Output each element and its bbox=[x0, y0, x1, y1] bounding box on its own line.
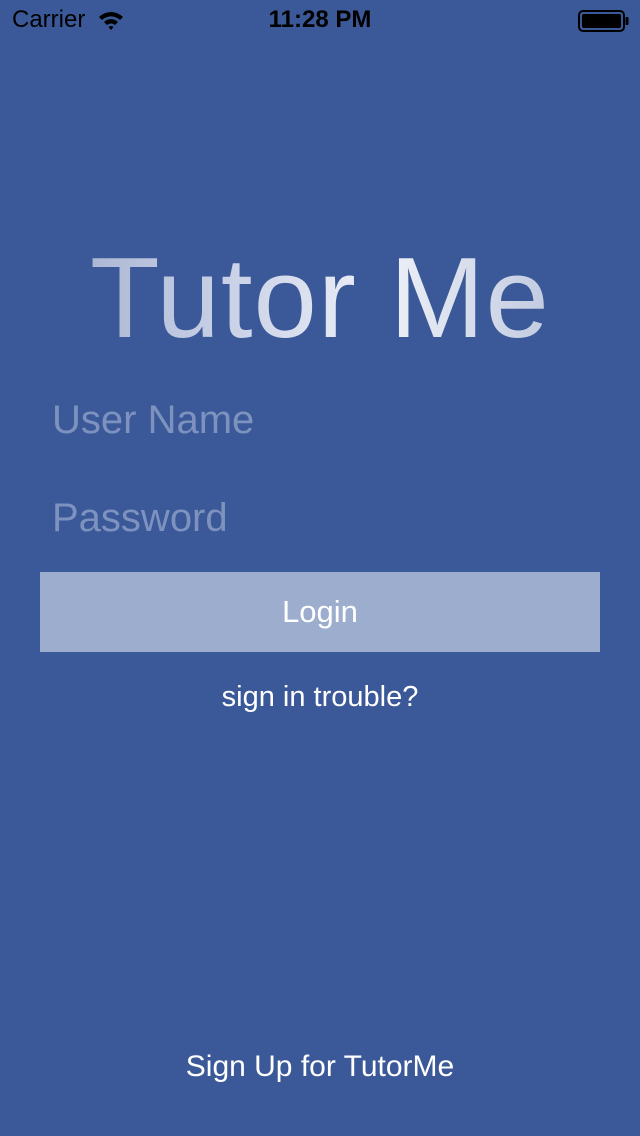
username-input[interactable] bbox=[40, 384, 600, 456]
status-bar: Carrier 11:28 PM bbox=[0, 0, 640, 40]
login-screen: Carrier 11:28 PM Tutor Me Login sign in … bbox=[0, 0, 640, 1136]
battery-icon bbox=[578, 10, 629, 32]
login-button[interactable]: Login bbox=[40, 572, 600, 652]
status-time: 11:28 PM bbox=[268, 6, 372, 33]
sign-up-link[interactable]: Sign Up for TutorMe bbox=[0, 1048, 640, 1086]
app-title: Tutor Me bbox=[0, 234, 640, 364]
sign-in-trouble-link[interactable]: sign in trouble? bbox=[0, 679, 640, 715]
password-input[interactable] bbox=[40, 482, 600, 554]
